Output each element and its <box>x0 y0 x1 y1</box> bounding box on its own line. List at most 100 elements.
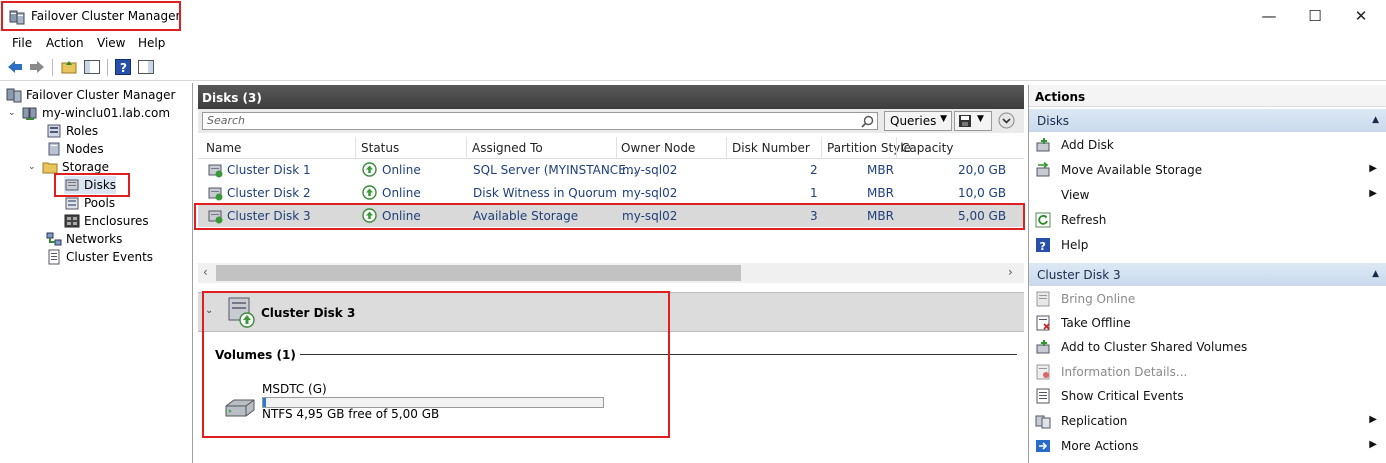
svg-text:?: ? <box>120 61 127 75</box>
search-input[interactable]: Search <box>202 112 878 130</box>
back-icon[interactable] <box>6 58 24 76</box>
information-details-icon <box>1036 364 1050 380</box>
cell-status: Online <box>382 163 421 177</box>
help-icon[interactable]: ? <box>114 58 132 76</box>
action-refresh[interactable]: Refresh <box>1029 208 1386 232</box>
action-move-available-storage[interactable]: Move Available Storage ▶ <box>1029 158 1386 182</box>
folder-icon <box>42 162 58 174</box>
tree-cluster[interactable]: ⌄ my-winclu01.lab.com <box>8 104 170 122</box>
menu-help[interactable]: Help <box>138 36 165 50</box>
close-button[interactable]: ✕ <box>1338 0 1384 32</box>
column-partition-style[interactable]: Partition Style <box>827 141 911 155</box>
cluster-manager-icon <box>9 10 25 25</box>
column-disk-number[interactable]: Disk Number <box>732 141 810 155</box>
disk-icon <box>208 164 223 178</box>
column-capacity[interactable]: Capacity <box>901 141 953 155</box>
events-icon <box>48 249 60 265</box>
cell-capacity: 10,0 GB <box>958 186 1007 200</box>
save-query-button[interactable]: ▼ <box>954 111 992 131</box>
menu-action[interactable]: Action <box>46 36 84 50</box>
scroll-right-icon[interactable]: › <box>1008 265 1013 279</box>
cell-name: Cluster Disk 1 <box>227 163 311 177</box>
tree-item-cluster-events[interactable]: Cluster Events <box>46 248 153 266</box>
maximize-button[interactable]: ☐ <box>1292 0 1338 32</box>
collapse-up-icon[interactable]: ▲ <box>1372 269 1379 279</box>
toolbar-separator <box>52 59 53 76</box>
menu-view[interactable]: View <box>97 36 125 50</box>
show-hide-tree-icon[interactable] <box>83 58 101 76</box>
actions-section-cluster-disk[interactable]: Cluster Disk 3 ▲ <box>1029 263 1386 286</box>
tree-item-label: Nodes <box>66 142 104 156</box>
column-name[interactable]: Name <box>206 141 241 155</box>
collapse-up-icon[interactable]: ▲ <box>1372 115 1379 125</box>
action-add-to-csv[interactable]: Add to Cluster Shared Volumes <box>1029 335 1386 359</box>
action-bring-online[interactable]: Bring Online <box>1029 287 1386 311</box>
detail-panel: ⌄ Cluster Disk 3 Volumes (1) MSDTC (G) N… <box>198 292 1024 463</box>
tree-item-networks[interactable]: Networks <box>46 230 122 248</box>
horizontal-scrollbar[interactable]: ‹ › <box>198 263 1024 283</box>
tree-item-label: Storage <box>62 160 109 174</box>
action-label: Refresh <box>1061 213 1107 227</box>
column-status[interactable]: Status <box>361 141 399 155</box>
title-bar: Failover Cluster Manager — ☐ ✕ <box>0 0 1386 33</box>
cell-assigned-to: Disk Witness in Quorum <box>473 186 617 200</box>
section-label: Cluster Disk 3 <box>1037 268 1121 282</box>
tree-item-disks[interactable]: Disks <box>64 176 117 194</box>
scroll-left-icon[interactable]: ‹ <box>203 265 208 279</box>
action-label: View <box>1061 188 1090 202</box>
submenu-arrow-icon: ▶ <box>1369 188 1377 199</box>
search-icon[interactable] <box>861 115 874 128</box>
action-help[interactable]: ? Help <box>1029 233 1386 257</box>
show-action-pane-icon[interactable] <box>137 58 155 76</box>
column-owner-node[interactable]: Owner Node <box>621 141 695 155</box>
action-add-disk[interactable]: Add Disk <box>1029 133 1386 157</box>
menu-file[interactable]: File <box>12 36 32 50</box>
volume-drive-icon <box>225 399 255 417</box>
cell-disk-number: 1 <box>810 186 818 200</box>
tree-item-nodes[interactable]: Nodes <box>46 140 104 158</box>
tree-item-pools[interactable]: Pools <box>64 194 115 212</box>
cluster-disk-icon <box>228 297 255 328</box>
up-folder-icon[interactable] <box>60 58 78 76</box>
queries-button[interactable]: Queries ▼ <box>884 111 952 131</box>
table-row-selected[interactable]: Cluster Disk 3 Online Available Storage … <box>198 205 1024 227</box>
take-offline-icon <box>1036 315 1050 331</box>
tree-item-roles[interactable]: Roles <box>46 122 98 140</box>
volumes-divider <box>215 354 1017 355</box>
forward-icon[interactable] <box>28 58 46 76</box>
table-row[interactable]: Cluster Disk 1 Online SQL Server (MYINST… <box>198 159 1024 181</box>
action-replication[interactable]: Replication ▶ <box>1029 409 1386 433</box>
tree-item-label: Disks <box>84 178 117 192</box>
chevron-down-icon[interactable]: ⌄ <box>28 162 42 172</box>
scrollbar-thumb[interactable] <box>216 265 741 281</box>
minimize-button[interactable]: — <box>1246 0 1292 32</box>
chevron-down-icon[interactable]: ⌄ <box>8 108 22 118</box>
disk-icon <box>208 187 223 201</box>
save-icon <box>959 115 971 127</box>
action-more-actions[interactable]: More Actions ▶ <box>1029 434 1386 458</box>
cell-disk-number: 3 <box>810 209 818 223</box>
expand-icon[interactable] <box>998 112 1015 129</box>
refresh-icon <box>1035 212 1051 228</box>
tree-item-storage[interactable]: ⌄ Storage <box>28 158 109 176</box>
column-separator <box>821 137 822 159</box>
action-view[interactable]: View ▶ <box>1029 183 1386 207</box>
column-assigned-to[interactable]: Assigned To <box>472 141 543 155</box>
cell-name: Cluster Disk 3 <box>227 209 311 223</box>
collapse-chevron-icon[interactable]: ⌄ <box>205 305 213 316</box>
submenu-arrow-icon: ▶ <box>1369 163 1377 174</box>
action-take-offline[interactable]: Take Offline <box>1029 311 1386 335</box>
actions-section-disks[interactable]: Disks ▲ <box>1029 109 1386 132</box>
action-information-details[interactable]: Information Details... <box>1029 360 1386 384</box>
column-separator <box>616 137 617 159</box>
toolbar-separator <box>107 59 108 76</box>
table-row[interactable]: Cluster Disk 2 Online Disk Witness in Qu… <box>198 182 1024 204</box>
networks-icon <box>46 232 62 246</box>
dropdown-arrow-icon: ▼ <box>940 114 947 124</box>
cell-assigned-to: Available Storage <box>473 209 579 223</box>
tree-root[interactable]: Failover Cluster Manager <box>6 86 175 104</box>
action-label: Add Disk <box>1061 138 1114 152</box>
tree-item-enclosures[interactable]: Enclosures <box>64 212 149 230</box>
action-show-critical-events[interactable]: Show Critical Events <box>1029 384 1386 408</box>
submenu-arrow-icon: ▶ <box>1369 439 1377 450</box>
